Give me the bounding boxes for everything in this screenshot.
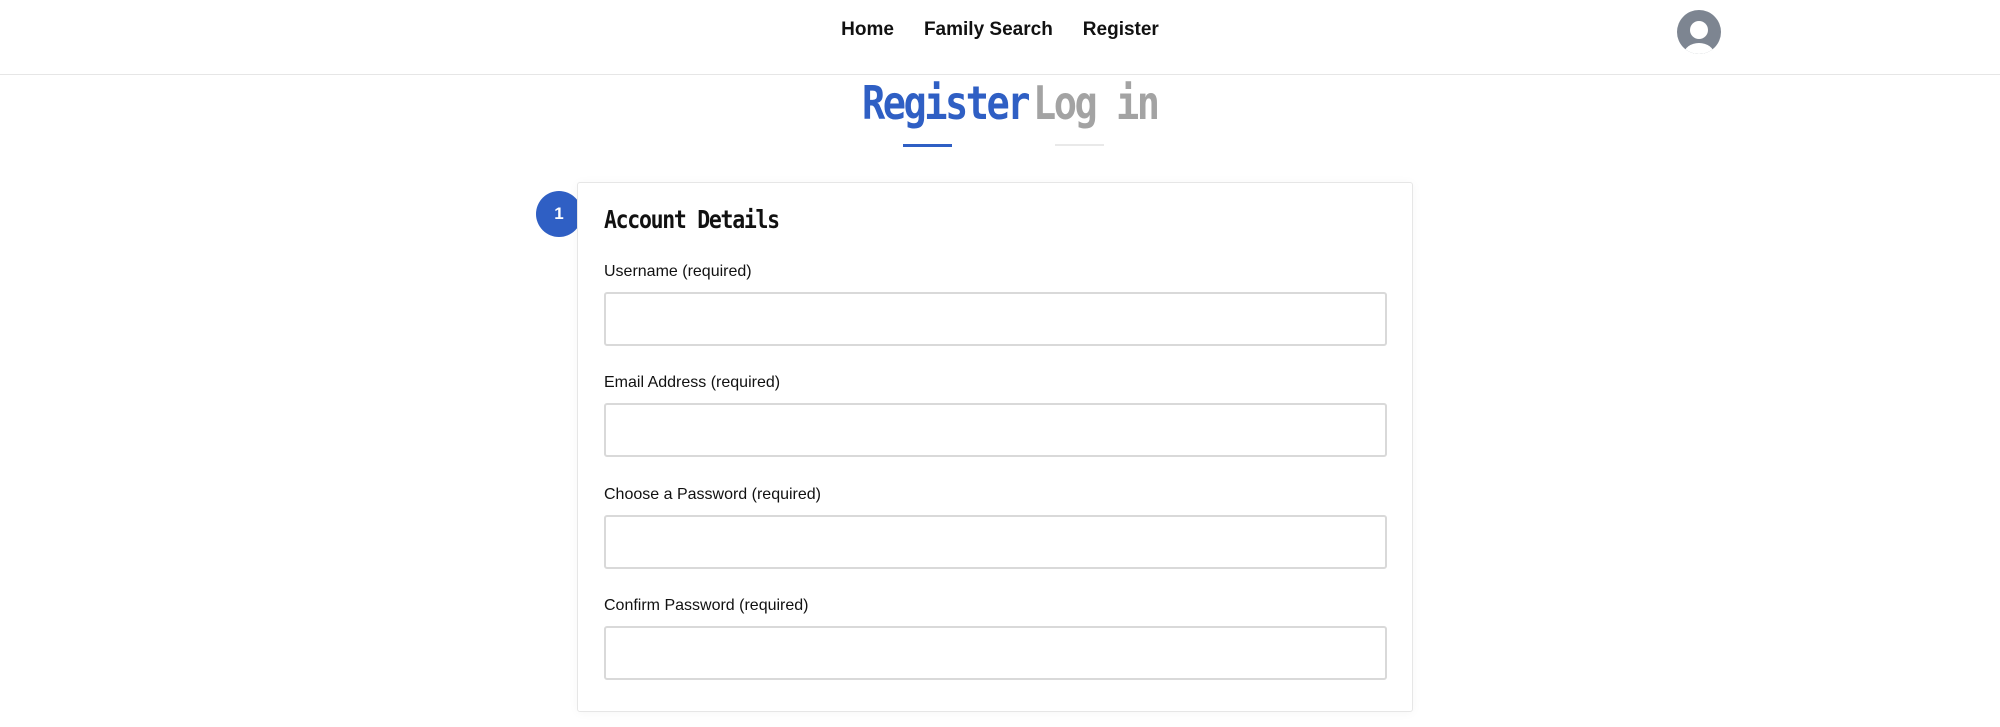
email-label: Email Address (required): [604, 374, 781, 391]
step-number-badge: 1: [536, 191, 582, 237]
tab-register-underline: [903, 144, 952, 147]
password-input[interactable]: [604, 515, 1387, 569]
card-title: Account Details: [604, 205, 780, 234]
email-input[interactable]: [604, 403, 1387, 457]
username-input[interactable]: [604, 292, 1387, 346]
nav-item-family-search[interactable]: Family Search: [924, 19, 1053, 41]
username-label: Username (required): [604, 263, 752, 280]
confirm-password-label: Confirm Password (required): [604, 597, 809, 614]
tab-register[interactable]: Register: [862, 76, 1030, 130]
tab-login[interactable]: Log in: [1033, 76, 1160, 130]
top-navigation-bar: Home Family Search Register: [0, 0, 2000, 75]
account-details-card: Account Details Username (required) Emai…: [577, 182, 1413, 712]
tab-login-underline: [1055, 144, 1104, 146]
avatar-head-shape: [1690, 21, 1708, 39]
avatar-body-shape: [1684, 43, 1714, 54]
auth-tabs: Register Log in: [0, 76, 2000, 148]
nav-item-home[interactable]: Home: [841, 19, 894, 41]
password-label: Choose a Password (required): [604, 486, 821, 503]
nav-item-register[interactable]: Register: [1083, 19, 1159, 41]
confirm-password-input[interactable]: [604, 626, 1387, 680]
user-avatar-icon[interactable]: [1677, 10, 1721, 54]
